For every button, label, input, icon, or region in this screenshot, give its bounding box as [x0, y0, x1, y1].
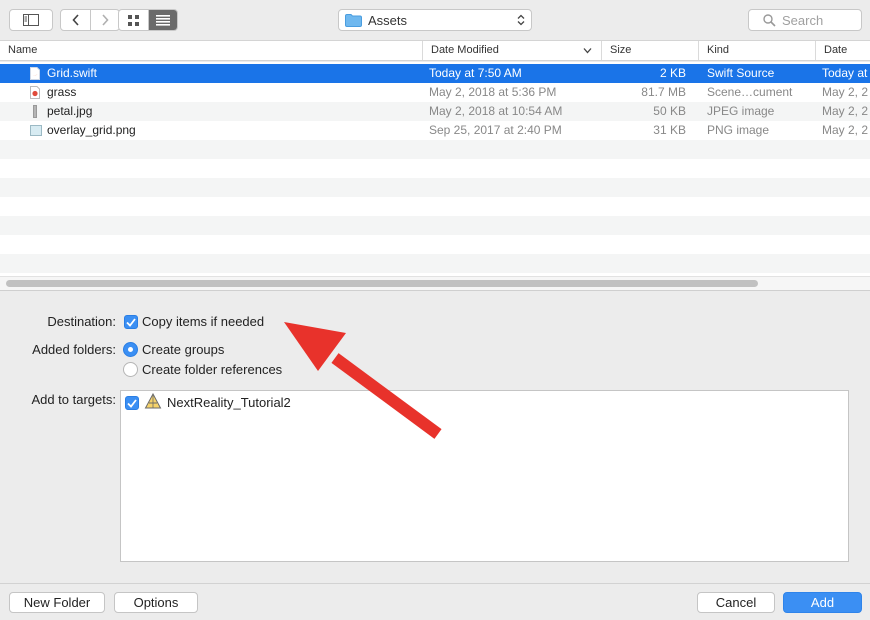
icon-view-button[interactable]: [119, 10, 148, 30]
file-date-added: Today at: [822, 66, 868, 80]
target-checkbox[interactable]: [125, 396, 139, 410]
search-icon: [763, 13, 776, 27]
file-row[interactable]: overlay_grid.png Sep 25, 2017 at 2:40 PM…: [0, 121, 870, 140]
scrollbar-thumb[interactable]: [6, 280, 758, 287]
empty-row: [0, 140, 870, 159]
new-folder-button[interactable]: New Folder: [9, 592, 105, 613]
file-date-added: May 2, 2: [822, 85, 869, 99]
add-button[interactable]: Add: [783, 592, 862, 613]
toolbar: Assets Search: [0, 0, 870, 40]
file-date: Today at 7:50 AM: [429, 66, 522, 80]
file-name: grass: [47, 85, 77, 99]
empty-row: [0, 178, 870, 197]
chevron-right-icon: [102, 14, 109, 26]
location-popup[interactable]: Assets: [338, 9, 532, 31]
file-kind: JPEG image: [707, 104, 775, 118]
file-size: 2 KB: [659, 66, 686, 80]
copy-items-label[interactable]: Copy items if needed: [142, 314, 264, 329]
sort-chevron-down-icon: [583, 48, 592, 54]
file-date-added: May 2, 2: [822, 123, 869, 137]
file-size: 50 KB: [653, 104, 686, 118]
empty-row: [0, 216, 870, 235]
png-file-icon: [30, 125, 42, 136]
target-name: NextReality_Tutorial2: [167, 395, 291, 410]
swift-file-icon: [30, 67, 40, 80]
column-name[interactable]: Name: [0, 41, 422, 60]
checkmark-icon: [126, 317, 136, 327]
column-size[interactable]: Size: [601, 41, 698, 60]
sidebar-toggle-button[interactable]: [9, 9, 53, 31]
folder-icon: [345, 13, 362, 27]
file-kind: Swift Source: [707, 66, 775, 80]
jpeg-file-icon: [33, 105, 37, 118]
column-date-modified-label: Date Modified: [431, 44, 499, 56]
list-view-icon: [156, 14, 170, 26]
column-date-added[interactable]: Date Adde: [815, 41, 870, 60]
list-view-button[interactable]: [148, 10, 177, 30]
create-folder-references-label[interactable]: Create folder references: [142, 362, 282, 377]
file-size: 31 KB: [653, 123, 686, 137]
create-groups-label[interactable]: Create groups: [142, 342, 224, 357]
forward-button[interactable]: [90, 10, 119, 30]
file-size: 81.7 MB: [641, 85, 686, 99]
bottom-bar: New Folder Options Cancel Add: [0, 583, 870, 620]
file-kind: PNG image: [707, 123, 770, 137]
file-list: Grid.swift Today at 7:50 AM 2 KB Swift S…: [0, 62, 870, 276]
cancel-button[interactable]: Cancel: [697, 592, 775, 613]
destination-label: Destination:: [47, 314, 116, 329]
file-date-added: May 2, 2: [822, 104, 869, 118]
targets-list: NextReality_Tutorial2: [120, 390, 849, 562]
horizontal-scrollbar[interactable]: [0, 276, 870, 291]
copy-items-checkbox[interactable]: [124, 315, 138, 329]
file-row[interactable]: petal.jpg May 2, 2018 at 10:54 AM 50 KB …: [0, 102, 870, 121]
empty-row: [0, 254, 870, 273]
up-down-chevron-icon: [517, 14, 525, 26]
file-name: overlay_grid.png: [47, 123, 136, 137]
back-forward-control: [60, 9, 120, 31]
location-label: Assets: [368, 12, 408, 28]
view-mode-control: [118, 9, 178, 31]
chevron-left-icon: [71, 14, 79, 26]
back-button[interactable]: [61, 10, 90, 30]
file-kind: Scene…cument: [707, 85, 793, 99]
file-date: May 2, 2018 at 5:36 PM: [429, 85, 557, 99]
added-folders-label: Added folders:: [32, 342, 116, 357]
sidebar-icon: [23, 14, 39, 26]
grid-view-icon: [128, 14, 139, 26]
search-placeholder: Search: [782, 12, 824, 28]
options-button[interactable]: Options: [114, 592, 198, 613]
search-field[interactable]: Search: [748, 9, 862, 31]
file-date: May 2, 2018 at 10:54 AM: [429, 104, 563, 118]
file-row[interactable]: Grid.swift Today at 7:50 AM 2 KB Swift S…: [0, 64, 870, 83]
add-to-targets-label: Add to targets:: [31, 392, 116, 407]
file-name: petal.jpg: [47, 104, 93, 118]
file-date: Sep 25, 2017 at 2:40 PM: [429, 123, 562, 137]
create-folder-references-radio[interactable]: [123, 362, 138, 377]
create-groups-radio[interactable]: [123, 342, 138, 357]
checkmark-icon: [127, 398, 137, 408]
column-date-modified[interactable]: Date Modified: [422, 41, 601, 60]
file-row[interactable]: grass May 2, 2018 at 5:36 PM 81.7 MB Sce…: [0, 83, 870, 102]
scene-file-icon: [30, 86, 40, 99]
app-target-icon: [144, 393, 162, 409]
column-header: Name Date Modified Size Kind Date Adde: [0, 40, 870, 61]
file-name: Grid.swift: [47, 66, 98, 80]
column-kind[interactable]: Kind: [698, 41, 815, 60]
